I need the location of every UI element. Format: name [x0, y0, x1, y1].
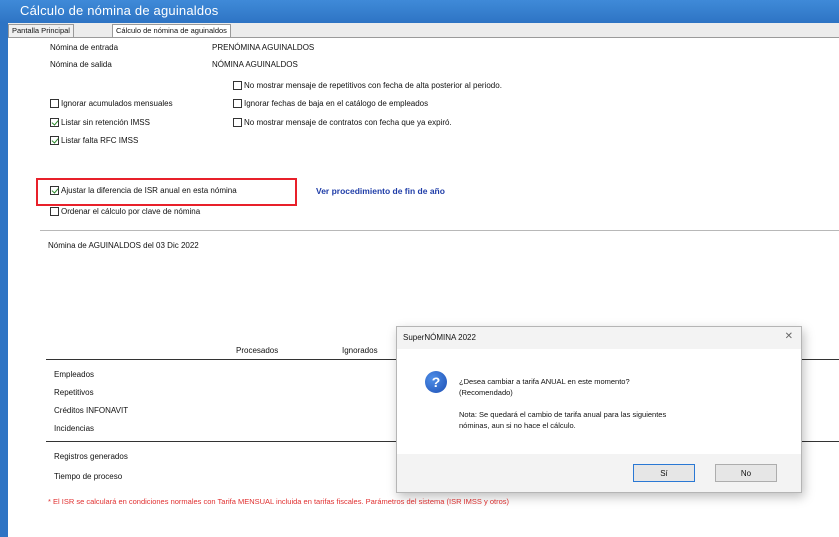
no-mostrar-repetitivos-checkbox[interactable]	[233, 81, 242, 90]
row-empleados: Empleados	[54, 370, 95, 379]
dialog-question-line2: (Recomendado)	[459, 388, 513, 397]
listar-falta-label: Listar falta RFC IMSS	[61, 136, 139, 143]
tab-pantalla-principal[interactable]: Pantalla Principal	[8, 24, 74, 37]
confirm-dialog: SuperNÓMINA 2022 ✕ ? ¿Desea cambiar a ta…	[396, 326, 802, 493]
row-tiempo-proceso: Tiempo de proceso	[54, 472, 123, 481]
footnote: * El ISR se calculará en condiciones nor…	[48, 497, 510, 506]
ignorar-fechas-baja-label: Ignorar fechas de baja en el catálogo de…	[244, 99, 429, 108]
no-mostrar-contratos-checkbox[interactable]	[233, 118, 242, 127]
dialog-question-line1: ¿Desea cambiar a tarifa ANUAL en este mo…	[459, 377, 630, 386]
ignorar-acumulados-checkbox[interactable]	[50, 99, 59, 108]
no-mostrar-repetitivos-label: No mostrar mensaje de repetitivos con fe…	[244, 81, 502, 90]
question-icon: ?	[425, 371, 447, 393]
window-titlebar: Cálculo de nómina de aguinaldos	[0, 0, 839, 23]
tab-calculo-aguinaldos[interactable]: Cálculo de nómina de aguinaldos	[112, 24, 231, 37]
window-left-border	[0, 23, 8, 537]
dialog-note-line2: nóminas, aun si no hace el cálculo.	[459, 421, 576, 430]
ajustar-isr-checkbox[interactable]	[50, 186, 59, 195]
col-procesados-header: Procesados	[236, 346, 279, 355]
ajustar-isr-label: Ajustar la diferencia de ISR anual en es…	[61, 186, 237, 195]
listar-sin-retencion-label: Listar sin retención IMSS	[61, 118, 150, 127]
nomina-salida-value: NÓMINA AGUINALDOS	[212, 60, 298, 69]
tab-bar: Pantalla Principal Cálculo de nómina de …	[8, 23, 839, 38]
dialog-note-line1: Nota: Se quedará el cambio de tarifa anu…	[459, 410, 667, 419]
close-icon[interactable]: ✕	[785, 331, 793, 342]
window-title: Cálculo de nómina de aguinaldos	[20, 3, 219, 18]
ignorar-acumulados-label: Ignorar acumulados mensuales	[61, 99, 173, 108]
row-repetitivos: Repetitivos	[54, 388, 94, 397]
no-mostrar-contratos-label: No mostrar mensaje de contratos con fech…	[244, 118, 452, 127]
nomina-info: Nómina de AGUINALDOS del 03 Dic 2022	[48, 241, 199, 250]
yes-button[interactable]: Sí	[633, 464, 695, 482]
dialog-title: SuperNÓMINA 2022	[403, 333, 476, 342]
listar-sin-retencion-checkbox[interactable]	[50, 118, 59, 127]
nomina-entrada-value: PRENÓMINA AGUINALDOS	[212, 43, 315, 52]
ordenar-calculo-label: Ordenar el cálculo por clave de nómina	[61, 207, 201, 216]
row-incidencias: Incidencias	[54, 424, 95, 433]
row-creditos-infonavit: Créditos INFONAVIT	[54, 406, 129, 415]
ignorar-fechas-baja-checkbox[interactable]	[233, 99, 242, 108]
ordenar-calculo-checkbox[interactable]	[50, 207, 59, 216]
col-ignorados-header: Ignorados	[342, 346, 378, 355]
row-registros-generados: Registros generados	[54, 452, 128, 461]
ver-procedimiento-link[interactable]: Ver procedimiento de fin de año	[316, 186, 445, 196]
section-divider	[40, 230, 839, 231]
listar-falta-checkbox[interactable]	[50, 136, 59, 145]
no-button[interactable]: No	[715, 464, 777, 482]
nomina-salida-label: Nómina de salida	[50, 60, 112, 69]
nomina-entrada-label: Nómina de entrada	[50, 43, 119, 52]
dialog-body: ? ¿Desea cambiar a tarifa ANUAL en este …	[397, 349, 801, 454]
